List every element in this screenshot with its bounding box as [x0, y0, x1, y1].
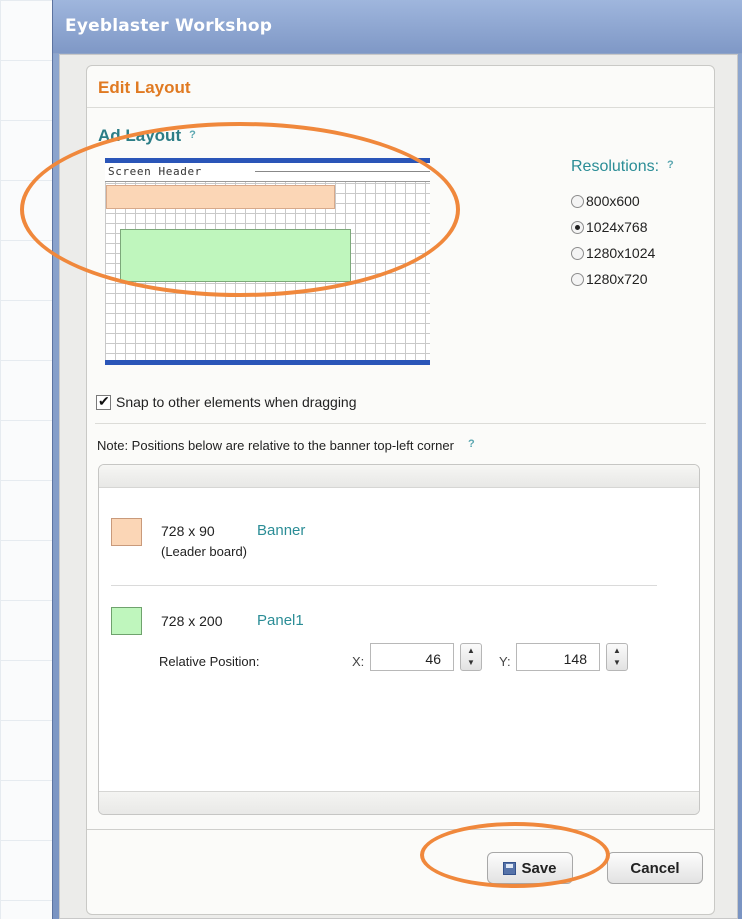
x-label: X:	[352, 654, 365, 669]
workshop-window: Eyeblaster Workshop Edit Layout Ad Layou…	[52, 0, 742, 919]
panel-header: Edit Layout	[87, 66, 714, 108]
snap-option[interactable]: Snap to other elements when dragging	[96, 393, 357, 410]
help-icon[interactable]: ?	[468, 438, 475, 450]
list-footer	[99, 791, 699, 814]
resolution-options: 800x600 1024x768 1280x1024 1280x720	[571, 188, 655, 292]
x-stepper-arrows-icon[interactable]: ▲ ▼	[460, 643, 482, 671]
resolution-label: 800x600	[586, 193, 640, 209]
y-stepper[interactable]: ▲▼	[516, 643, 628, 671]
banner-placeholder[interactable]	[106, 185, 335, 209]
resolution-label: 1280x1024	[586, 245, 656, 261]
floppy-disk-icon	[503, 861, 517, 875]
radio-button-selected[interactable]	[571, 220, 584, 234]
panel1-placeholder[interactable]	[120, 229, 351, 282]
x-position-input[interactable]	[370, 643, 454, 671]
y-position-input[interactable]	[516, 643, 600, 671]
resolution-label: 1280x720	[586, 271, 648, 287]
window-title: Eyeblaster Workshop	[65, 16, 273, 36]
x-stepper[interactable]: ▲▼	[370, 643, 482, 671]
item-separator	[111, 585, 657, 586]
title-bar[interactable]: Eyeblaster Workshop	[53, 0, 742, 54]
screen-header-label: Screen Header	[108, 165, 206, 178]
resolution-label: 1024x768	[586, 219, 648, 235]
save-label: Save	[521, 859, 557, 877]
ad-layout-title: Ad Layout	[98, 126, 182, 145]
panel-title: Edit Layout	[98, 78, 191, 97]
panel1-color-swatch	[111, 607, 142, 635]
radio-button[interactable]	[571, 246, 584, 260]
banner-color-swatch	[111, 518, 142, 546]
resolutions-title: Resolutions:	[571, 158, 660, 175]
list-header	[99, 465, 699, 488]
window-body: Edit Layout Ad Layout? Screen Header Res…	[59, 54, 738, 919]
elements-list: 728 x 90 Banner (Leader board) 728 x 200…	[98, 464, 700, 815]
cancel-label: Cancel	[630, 859, 680, 877]
panel1-name-link[interactable]: Panel1	[257, 612, 304, 629]
y-stepper-arrows-icon[interactable]: ▲ ▼	[606, 643, 628, 671]
snap-label: Snap to other elements when dragging	[116, 394, 357, 410]
footer-divider	[87, 829, 714, 830]
resolution-option-800x600[interactable]: 800x600	[571, 188, 655, 214]
radio-button[interactable]	[571, 194, 584, 208]
relative-position-label: Relative Position:	[159, 654, 260, 669]
screen-header: Screen Header	[105, 163, 430, 182]
snap-checkbox[interactable]	[96, 393, 111, 410]
resolution-option-1024x768[interactable]: 1024x768	[571, 214, 655, 240]
banner-subtitle: (Leader board)	[161, 544, 247, 559]
position-note: Note: Positions below are relative to th…	[97, 438, 475, 453]
divider	[95, 423, 706, 424]
panel1-size: 728 x 200	[161, 613, 223, 629]
radio-button[interactable]	[571, 272, 584, 286]
layout-preview[interactable]: Screen Header	[105, 158, 430, 365]
y-label: Y:	[499, 654, 511, 669]
save-button[interactable]: Save	[487, 852, 573, 884]
resolution-option-1280x720[interactable]: 1280x720	[571, 266, 655, 292]
ad-layout-heading: Ad Layout?	[98, 126, 196, 146]
help-icon[interactable]: ?	[189, 129, 196, 141]
note-text: Note: Positions below are relative to th…	[97, 438, 454, 453]
cancel-button[interactable]: Cancel	[607, 852, 703, 884]
help-icon[interactable]: ?	[667, 159, 674, 171]
banner-name-link[interactable]: Banner	[257, 522, 305, 539]
resolutions-heading: Resolutions:?	[571, 158, 674, 176]
edit-layout-panel: Edit Layout Ad Layout? Screen Header Res…	[86, 65, 715, 915]
screen-header-rule	[255, 171, 430, 172]
banner-size: 728 x 90	[161, 523, 215, 539]
resolution-option-1280x1024[interactable]: 1280x1024	[571, 240, 655, 266]
